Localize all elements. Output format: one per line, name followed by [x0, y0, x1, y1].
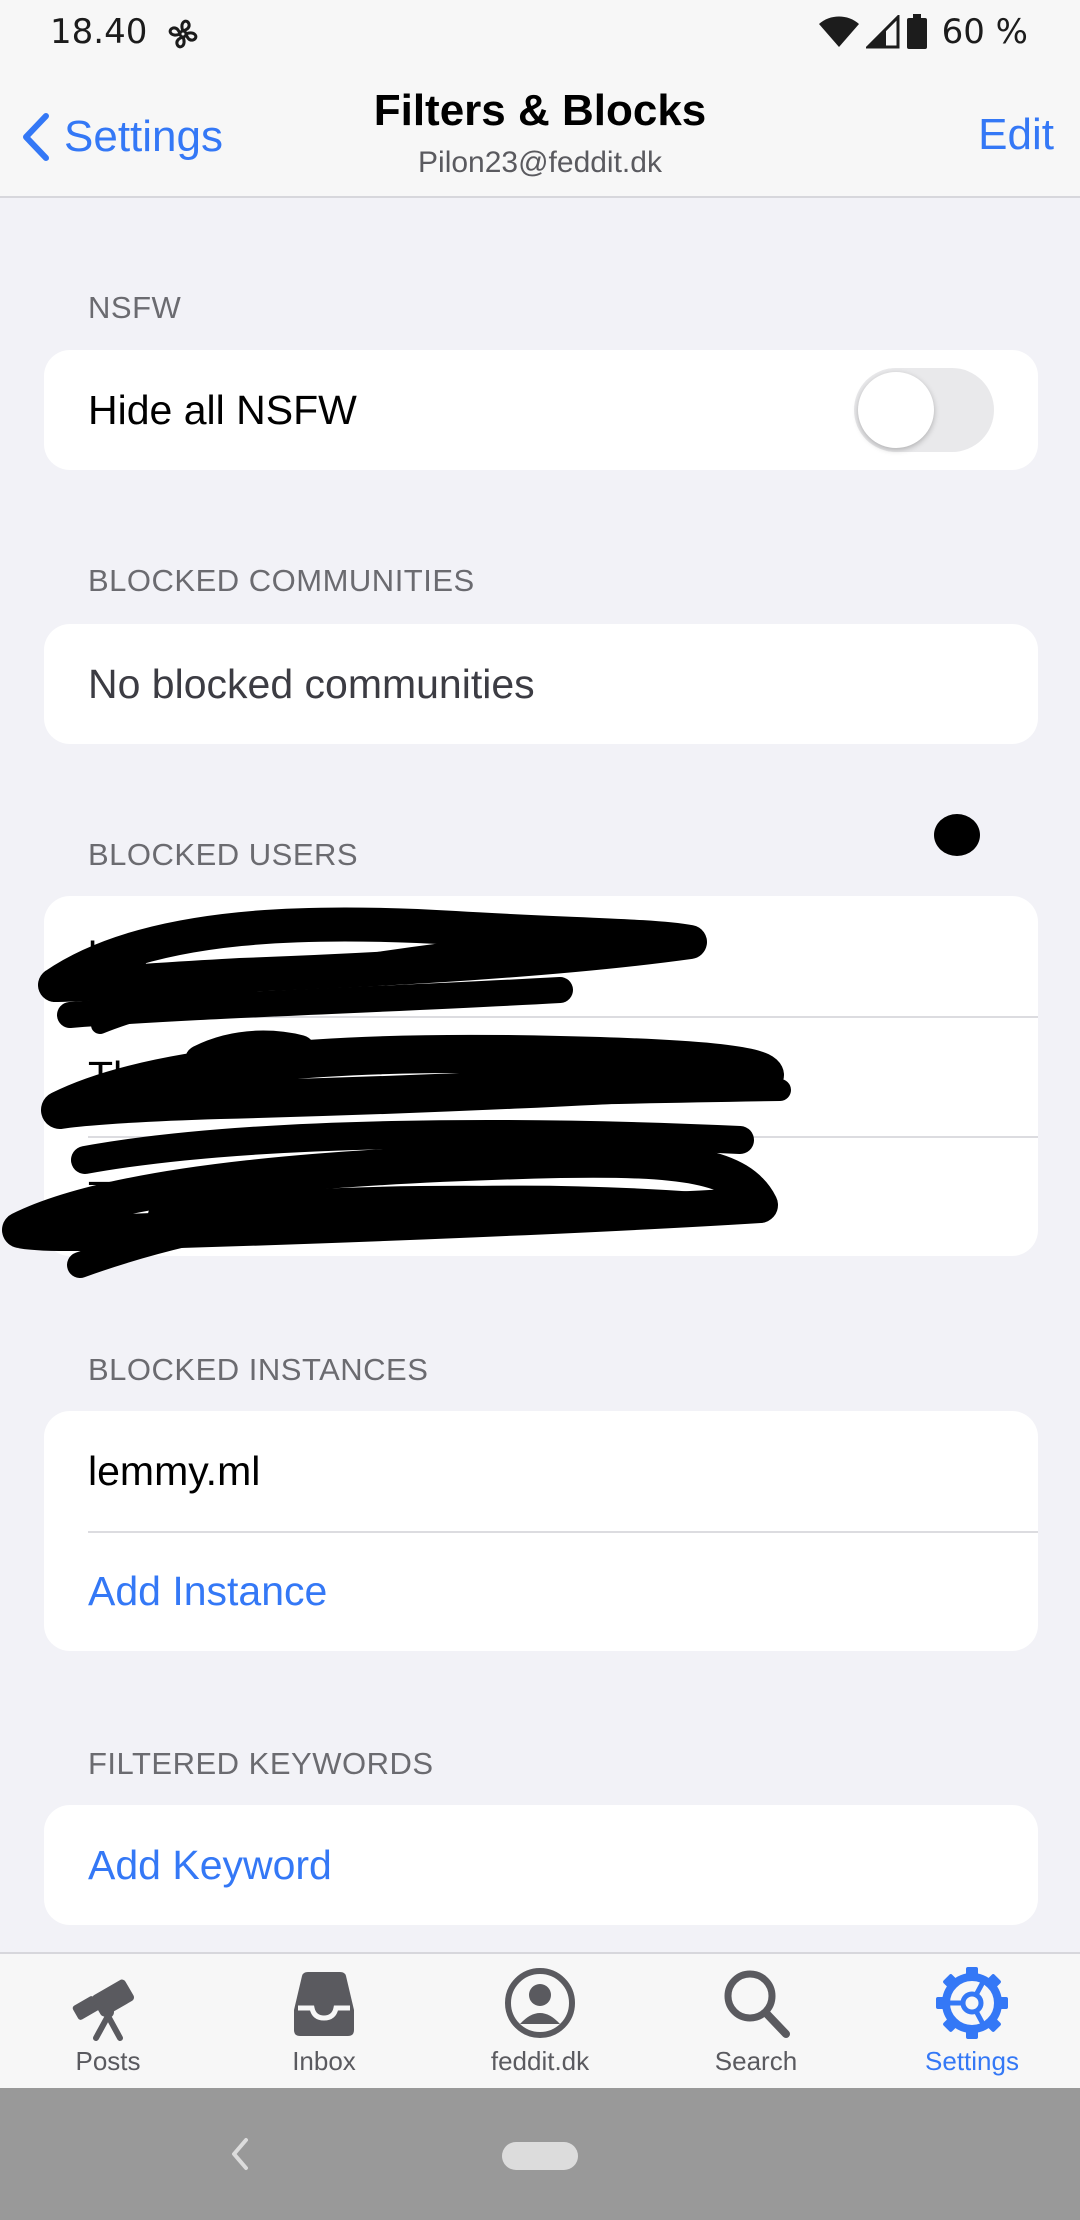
toggle-knob — [858, 372, 934, 448]
tab-search[interactable]: Search — [648, 1964, 864, 2088]
cellular-signal-icon — [865, 15, 900, 49]
tab-inbox-label: Inbox — [292, 2046, 356, 2076]
battery-percent: 60 % — [941, 12, 1028, 52]
tab-inbox[interactable]: Inbox — [216, 1964, 432, 2088]
section-header-filtered-keywords: FILTERED KEYWORDS — [88, 1746, 434, 1781]
system-home-pill[interactable] — [502, 2142, 578, 2170]
tab-settings[interactable]: Settings — [864, 1964, 1080, 2088]
filtered-keywords-card: Add Keyword — [44, 1805, 1038, 1925]
add-instance-button[interactable]: Add Instance — [44, 1531, 1038, 1651]
battery-icon — [906, 14, 927, 49]
magnifier-icon — [724, 1970, 790, 2038]
fan-icon — [168, 19, 198, 49]
blocked-user-row[interactable]: Thr — [44, 1016, 1038, 1136]
account-subtitle: Pilon23@feddit.dk — [418, 146, 662, 179]
wifi-icon — [818, 16, 859, 47]
tab-account-label: feddit.dk — [490, 2046, 590, 2076]
no-blocked-communities-text: No blocked communities — [88, 660, 535, 707]
blocked-users-card: kay Thr Thr — [44, 896, 1038, 1256]
hide-nsfw-label: Hide all NSFW — [88, 386, 357, 433]
status-time: 18.40 — [50, 12, 148, 52]
person-circle-icon — [505, 1968, 575, 2038]
tab-settings-label: Settings — [925, 2046, 1019, 2076]
blocked-communities-card: No blocked communities — [44, 624, 1038, 744]
tab-bar: Posts Inbox feddit.dk Search Settings — [0, 1952, 1080, 2088]
tab-account[interactable]: feddit.dk — [432, 1964, 648, 2088]
blocked-instance-name: lemmy.ml — [88, 1447, 261, 1494]
section-header-blocked-users: BLOCKED USERS — [88, 837, 359, 872]
telescope-icon — [72, 1979, 134, 2041]
nsfw-card: Hide all NSFW — [44, 350, 1038, 470]
navigation-bar: Settings Filters & Blocks Pilon23@feddit… — [0, 62, 1080, 198]
tab-posts-label: Posts — [75, 2046, 141, 2076]
hide-nsfw-row: Hide all NSFW — [44, 350, 1038, 470]
system-back-icon[interactable] — [224, 2132, 254, 2176]
blocked-instances-card: lemmy.ml Add Instance — [44, 1411, 1038, 1651]
blocked-instance-row[interactable]: lemmy.ml — [44, 1411, 1038, 1531]
blocked-user-name: kay — [88, 932, 152, 979]
inbox-tray-icon — [294, 1972, 354, 2036]
blocked-user-name: Thr — [88, 1052, 150, 1099]
hide-nsfw-toggle[interactable] — [854, 368, 994, 452]
tab-search-label: Search — [714, 2046, 798, 2076]
blocked-user-name: Thr — [88, 1172, 150, 1219]
section-header-nsfw: NSFW — [88, 290, 182, 325]
system-navigation-bar — [0, 2088, 1080, 2220]
edit-button[interactable]: Edit — [978, 110, 1054, 160]
status-indicators: 60 % — [818, 10, 1028, 54]
blocked-user-row[interactable]: kay — [44, 896, 1038, 1016]
section-header-blocked-communities: BLOCKED COMMUNITIES — [88, 563, 475, 598]
section-header-blocked-instances: BLOCKED INSTANCES — [88, 1352, 429, 1387]
page-title: Filters & Blocks — [373, 86, 707, 135]
gear-icon — [936, 1967, 1008, 2039]
tab-posts[interactable]: Posts — [0, 1964, 216, 2088]
add-keyword-button[interactable]: Add Keyword — [44, 1805, 1038, 1925]
blocked-user-row[interactable]: Thr — [44, 1136, 1038, 1256]
status-bar: 18.40 60 % — [0, 0, 1080, 62]
